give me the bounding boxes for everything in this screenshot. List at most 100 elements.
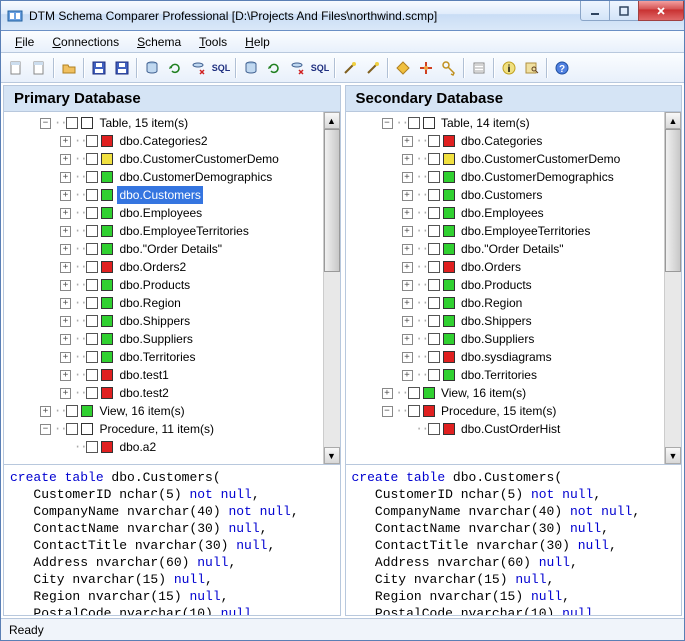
expander-icon[interactable]: + bbox=[402, 172, 413, 183]
tree-node[interactable]: +·· dbo.Employees bbox=[348, 204, 663, 222]
checkbox[interactable] bbox=[428, 279, 440, 291]
minimize-button[interactable] bbox=[580, 1, 610, 21]
x2-icon[interactable] bbox=[286, 57, 308, 79]
expander-icon[interactable] bbox=[60, 442, 71, 453]
tree-node[interactable]: +·· dbo.Products bbox=[6, 276, 321, 294]
tree-node[interactable]: +·· dbo.EmployeeTerritories bbox=[348, 222, 663, 240]
tree-node[interactable]: +·· dbo."Order Details" bbox=[6, 240, 321, 258]
node-label[interactable]: Table, 15 item(s) bbox=[97, 114, 190, 132]
refresh1-icon[interactable] bbox=[164, 57, 186, 79]
expander-icon[interactable]: + bbox=[60, 352, 71, 363]
node-label[interactable]: dbo.Employees bbox=[459, 204, 546, 222]
expander-icon[interactable]: + bbox=[60, 226, 71, 237]
tree-node[interactable]: −·· Procedure, 15 item(s) bbox=[348, 402, 663, 420]
menu-help[interactable]: Help bbox=[237, 33, 278, 51]
expander-icon[interactable]: + bbox=[60, 244, 71, 255]
expander-icon[interactable]: − bbox=[40, 424, 51, 435]
node-label[interactable]: View, 16 item(s) bbox=[439, 384, 528, 402]
checkbox[interactable] bbox=[428, 171, 440, 183]
expander-icon[interactable]: + bbox=[402, 262, 413, 273]
filter-icon[interactable] bbox=[468, 57, 490, 79]
node-label[interactable]: dbo.test2 bbox=[117, 384, 170, 402]
expander-icon[interactable]: + bbox=[402, 190, 413, 201]
node-label[interactable]: dbo.Employees bbox=[117, 204, 204, 222]
tree-node[interactable]: +·· dbo.Customers bbox=[6, 186, 321, 204]
tree-node[interactable]: +·· dbo.Orders bbox=[348, 258, 663, 276]
wand2-icon[interactable] bbox=[362, 57, 384, 79]
new-file-icon[interactable] bbox=[5, 57, 27, 79]
checkbox[interactable] bbox=[86, 387, 98, 399]
checkbox[interactable] bbox=[86, 369, 98, 381]
nav-icon[interactable] bbox=[415, 57, 437, 79]
checkbox[interactable] bbox=[408, 117, 420, 129]
tree-node[interactable]: +·· View, 16 item(s) bbox=[6, 402, 321, 420]
node-label[interactable]: dbo.Customers bbox=[459, 186, 544, 204]
node-label[interactable]: dbo.sysdiagrams bbox=[459, 348, 554, 366]
expander-icon[interactable]: + bbox=[402, 154, 413, 165]
checkbox[interactable] bbox=[428, 135, 440, 147]
node-label[interactable]: dbo.Products bbox=[459, 276, 534, 294]
tree-node[interactable]: +·· dbo.Region bbox=[6, 294, 321, 312]
checkbox[interactable] bbox=[408, 387, 420, 399]
vscrollbar[interactable]: ▲▼ bbox=[323, 112, 340, 464]
expander-icon[interactable]: + bbox=[402, 244, 413, 255]
menu-tools[interactable]: Tools bbox=[191, 33, 235, 51]
expander-icon[interactable]: + bbox=[60, 370, 71, 381]
wand-icon[interactable] bbox=[339, 57, 361, 79]
expander-icon[interactable]: + bbox=[402, 298, 413, 309]
new-doc-icon[interactable] bbox=[28, 57, 50, 79]
expander-icon[interactable]: + bbox=[402, 280, 413, 291]
expander-icon[interactable] bbox=[402, 424, 413, 435]
refresh2-icon[interactable] bbox=[263, 57, 285, 79]
checkbox[interactable] bbox=[66, 117, 78, 129]
checkbox[interactable] bbox=[428, 423, 440, 435]
tree-node[interactable]: +·· dbo.test1 bbox=[6, 366, 321, 384]
tree-node[interactable]: −·· Table, 15 item(s) bbox=[6, 114, 321, 132]
checkbox[interactable] bbox=[66, 405, 78, 417]
expander-icon[interactable]: + bbox=[60, 316, 71, 327]
expander-icon[interactable]: + bbox=[382, 388, 393, 399]
expander-icon[interactable]: + bbox=[40, 406, 51, 417]
expander-icon[interactable]: + bbox=[60, 208, 71, 219]
expander-icon[interactable]: + bbox=[402, 208, 413, 219]
vscrollbar[interactable]: ▲▼ bbox=[664, 112, 681, 464]
find-icon[interactable] bbox=[521, 57, 543, 79]
tree-node[interactable]: +·· dbo.test2 bbox=[6, 384, 321, 402]
menu-connections[interactable]: Connections bbox=[44, 33, 127, 51]
tree-node[interactable]: +·· dbo.CustomerDemographics bbox=[348, 168, 663, 186]
x1-icon[interactable] bbox=[187, 57, 209, 79]
checkbox[interactable] bbox=[428, 369, 440, 381]
sql1-icon[interactable]: SQL bbox=[210, 57, 232, 79]
expander-icon[interactable]: − bbox=[40, 118, 51, 129]
sql2-icon[interactable]: SQL bbox=[309, 57, 331, 79]
tree-node[interactable]: +·· dbo.CustomerCustomerDemo bbox=[348, 150, 663, 168]
node-label[interactable]: dbo.CustOrderHist bbox=[459, 420, 562, 438]
checkbox[interactable] bbox=[428, 351, 440, 363]
node-label[interactable]: dbo.test1 bbox=[117, 366, 170, 384]
checkbox[interactable] bbox=[428, 243, 440, 255]
tree-node[interactable]: +·· dbo.Territories bbox=[6, 348, 321, 366]
tree-node[interactable]: +·· dbo.CustomerCustomerDemo bbox=[6, 150, 321, 168]
checkbox[interactable] bbox=[86, 351, 98, 363]
node-label[interactable]: dbo.CustomerCustomerDemo bbox=[117, 150, 280, 168]
node-label[interactable]: dbo.Products bbox=[117, 276, 192, 294]
checkbox[interactable] bbox=[428, 315, 440, 327]
checkbox[interactable] bbox=[428, 333, 440, 345]
tree-node[interactable]: +·· dbo.Suppliers bbox=[6, 330, 321, 348]
key-icon[interactable] bbox=[438, 57, 460, 79]
tree-node[interactable]: +·· dbo.CustomerDemographics bbox=[6, 168, 321, 186]
expander-icon[interactable]: + bbox=[60, 190, 71, 201]
tree-node[interactable]: +·· dbo.Territories bbox=[348, 366, 663, 384]
open-icon[interactable] bbox=[58, 57, 80, 79]
expander-icon[interactable]: + bbox=[60, 280, 71, 291]
checkbox[interactable] bbox=[428, 207, 440, 219]
checkbox[interactable] bbox=[86, 315, 98, 327]
node-label[interactable]: dbo.Orders bbox=[459, 258, 523, 276]
close-button[interactable] bbox=[638, 1, 684, 21]
checkbox[interactable] bbox=[86, 225, 98, 237]
checkbox[interactable] bbox=[86, 135, 98, 147]
checkbox[interactable] bbox=[86, 153, 98, 165]
tree-node[interactable]: +·· dbo.Shippers bbox=[348, 312, 663, 330]
save-icon[interactable] bbox=[88, 57, 110, 79]
tree-node[interactable]: +·· dbo."Order Details" bbox=[348, 240, 663, 258]
